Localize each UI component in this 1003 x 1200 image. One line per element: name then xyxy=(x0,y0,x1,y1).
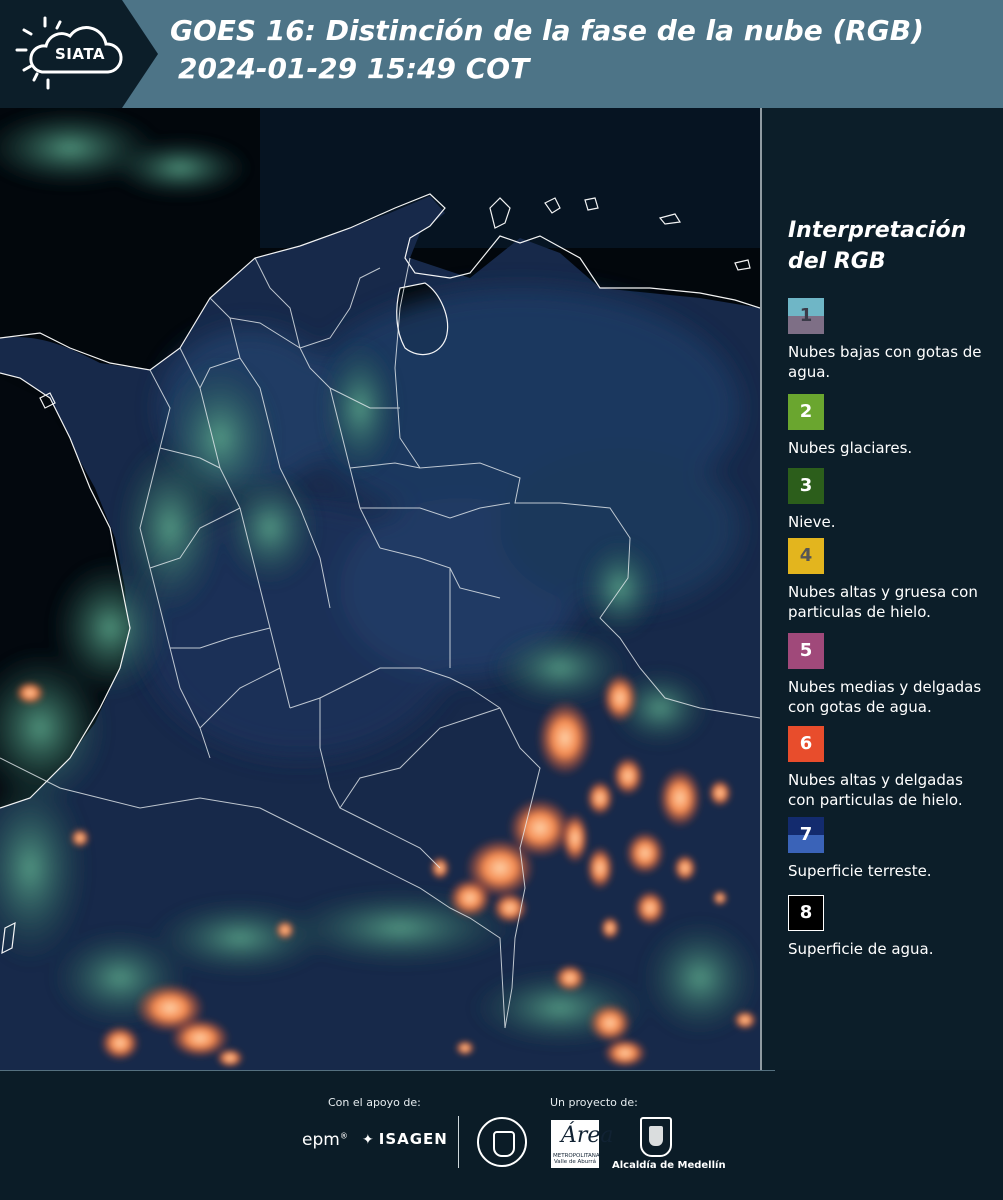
legend-swatch-6: 6 xyxy=(788,726,824,762)
legend-label-1: Nubes bajas con gotas de agua. xyxy=(788,343,982,381)
isagen-logo: ✦ ISAGEN xyxy=(362,1130,448,1148)
legend-item-8: 8 Superficie de agua. xyxy=(788,895,988,959)
legend-item-5: 5 Nubes medias y delgadas con gotas de a… xyxy=(788,633,988,717)
legend-title-line-2: del RGB xyxy=(788,249,886,274)
university-seal-icon xyxy=(477,1117,527,1167)
support-label: Con el apoyo de: xyxy=(328,1096,421,1109)
legend-item-7: 7 Superficie terreste. xyxy=(788,817,988,881)
legend-number-6: 6 xyxy=(799,733,813,754)
rgb-composite-image xyxy=(0,108,760,1070)
legend-number-1: 1 xyxy=(799,305,813,326)
legend-label-8: Superficie de agua. xyxy=(788,940,934,958)
satellite-map[interactable] xyxy=(0,108,760,1070)
page-title: GOES 16: Distinción de la fase de la nub… xyxy=(170,12,924,88)
header-bar: SIATA GOES 16: Distinción de la fase de … xyxy=(0,0,1003,108)
area-metropolitana-logo: Área METROPOLITANA Valle de Aburrá xyxy=(551,1120,614,1168)
legend-label-3: Nieve. xyxy=(788,513,836,531)
legend-label-7: Superficie terreste. xyxy=(788,862,932,880)
medellin-label: Alcaldía de Medellín xyxy=(612,1160,726,1171)
legend-item-6: 6 Nubes altas y delgadas con particulas … xyxy=(788,726,988,810)
footer-rule xyxy=(0,1070,775,1071)
legend-label-2: Nubes glaciares. xyxy=(788,439,913,457)
siata-logo-text: SIATA xyxy=(55,45,106,63)
epm-logo-text: epm xyxy=(302,1130,340,1150)
legend-title: Interpretación del RGB xyxy=(788,215,993,277)
legend-label-5: Nubes medias y delgadas con gotas de agu… xyxy=(788,678,982,716)
legend-number-3: 3 xyxy=(799,475,813,496)
legend-swatch-2: 2 xyxy=(788,394,824,430)
title-line-2: 2024-01-29 15:49 COT xyxy=(178,52,530,85)
epm-logo: epm® xyxy=(302,1130,348,1150)
project-label: Un proyecto de: xyxy=(550,1096,638,1109)
legend-label-6: Nubes altas y delgadas con particulas de… xyxy=(788,771,963,809)
legend-number-2: 2 xyxy=(799,401,813,422)
map-right-edge xyxy=(760,108,762,1070)
legend-number-7: 7 xyxy=(799,824,813,845)
legend-item-1: 1 Nubes bajas con gotas de agua. xyxy=(788,298,988,382)
legend-title-line-1: Interpretación xyxy=(788,218,967,243)
legend-swatch-3: 3 xyxy=(788,468,824,504)
medellin-shield-icon xyxy=(640,1117,672,1157)
isagen-logo-text: ISAGEN xyxy=(378,1130,448,1148)
legend-item-4: 4 Nubes altas y gruesa con particulas de… xyxy=(788,538,988,622)
legend-swatch-8: 8 xyxy=(788,895,824,931)
legend-swatch-7: 7 xyxy=(788,817,824,853)
legend-swatch-5: 5 xyxy=(788,633,824,669)
footer: Con el apoyo de: Un proyecto de: epm® ✦ I… xyxy=(0,1070,1003,1200)
legend-panel: Interpretación del RGB 1 Nubes bajas con… xyxy=(788,215,993,958)
footer-divider xyxy=(458,1116,459,1168)
legend-number-5: 5 xyxy=(799,640,813,661)
legend-swatch-4: 4 xyxy=(788,538,824,574)
area-logo-subtext: METROPOLITANA Valle de Aburrá xyxy=(553,1153,600,1165)
title-line-1: GOES 16: Distinción de la fase de la nub… xyxy=(170,14,924,47)
legend-label-4: Nubes altas y gruesa con particulas de h… xyxy=(788,583,978,621)
legend-swatch-1: 1 xyxy=(788,298,824,334)
siata-logo: SIATA xyxy=(0,0,158,108)
legend-number-8: 8 xyxy=(799,902,813,923)
area-logo-word: Área xyxy=(561,1123,614,1148)
legend-item-3: 3 Nieve. xyxy=(788,468,988,532)
legend-number-4: 4 xyxy=(799,545,813,566)
isagen-mark-icon: ✦ xyxy=(362,1132,375,1148)
legend-item-2: 2 Nubes glaciares. xyxy=(788,394,988,458)
